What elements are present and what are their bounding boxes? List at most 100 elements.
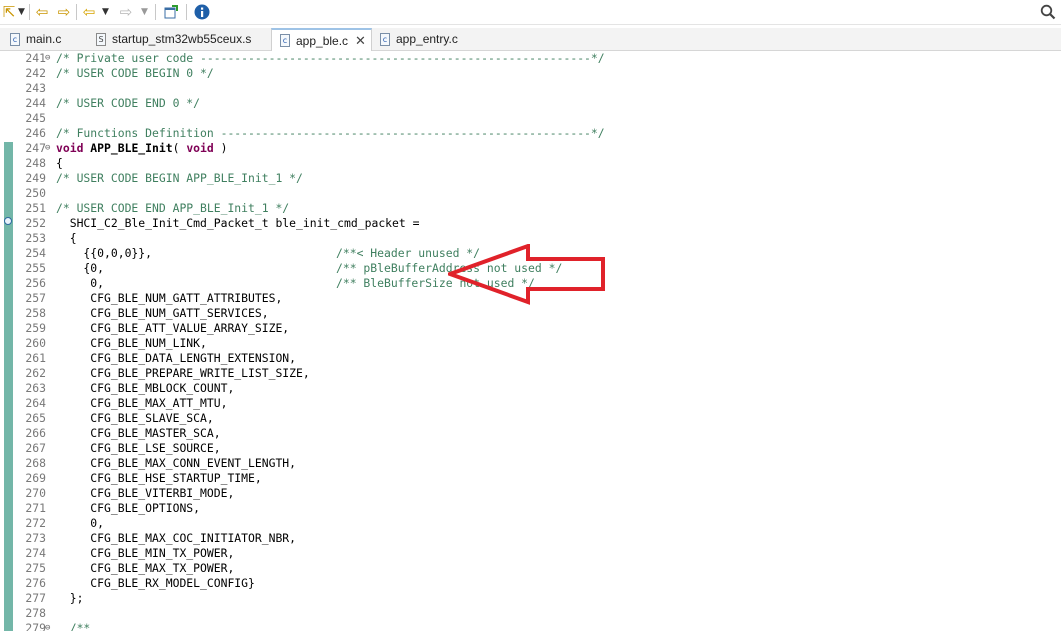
new-window-icon[interactable] (162, 2, 180, 22)
back-dropdown-icon[interactable]: ▼ (101, 2, 110, 22)
forward-history-icon[interactable]: ⇨ (55, 2, 73, 22)
tab-label: app_entry.c (396, 32, 458, 46)
line-number: 272 (25, 516, 46, 530)
code-text: CFG_BLE_MAX_CONN_EVENT_LENGTH, (56, 456, 297, 470)
editor-tab-bar: c main.c S startup_stm32wb55ceux.s c app… (0, 28, 1061, 51)
line-number: 253 (25, 231, 46, 245)
close-icon[interactable]: ✕ (355, 33, 366, 49)
code-text: {{0,0,0}}, (56, 246, 153, 260)
change-marker (4, 142, 13, 631)
line-number: 258 (25, 306, 46, 320)
line-number: 269 (25, 471, 46, 485)
tab-startup-s[interactable]: S startup_stm32wb55ceux.s (88, 28, 271, 50)
code-text: CFG_BLE_MAX_ATT_MTU, (56, 396, 228, 410)
line-number: 262 (25, 366, 46, 380)
code-text: CFG_BLE_NUM_LINK, (56, 336, 207, 350)
c-file-icon: c (10, 32, 20, 46)
line-number: 257 (25, 291, 46, 305)
code-text: CFG_BLE_NUM_GATT_ATTRIBUTES, (56, 291, 283, 305)
line-number: 265 (25, 411, 46, 425)
line-number: 243 (25, 81, 46, 95)
tab-app-entry-c[interactable]: c app_entry.c (372, 28, 467, 50)
code-text: /* USER CODE END 0 */ (56, 96, 201, 110)
code-text: CFG_BLE_MASTER_SCA, (56, 426, 221, 440)
toolbar-separator (155, 4, 156, 20)
code-text: CFG_BLE_RX_MODEL_CONFIG} (56, 576, 255, 590)
back-arrow-icon[interactable]: ⇦ (80, 2, 98, 22)
line-number: 247 (25, 141, 46, 155)
line-number: 241 (25, 51, 46, 65)
line-number: 245 (25, 111, 46, 125)
fold-toggle-icon[interactable]: ⊖ (45, 623, 50, 631)
code-text: CFG_BLE_SLAVE_SCA, (56, 411, 214, 425)
line-number: 244 (25, 96, 46, 110)
line-number: 260 (25, 336, 46, 350)
line-number: 250 (25, 186, 46, 200)
line-number: 261 (25, 351, 46, 365)
tab-label: app_ble.c (296, 33, 349, 48)
code-text: /* USER CODE BEGIN APP_BLE_Init_1 */ (56, 171, 303, 185)
line-number: 271 (25, 501, 46, 515)
occurrence-marker-icon (4, 217, 12, 225)
search-icon[interactable] (1038, 2, 1058, 22)
toolbar-separator (76, 4, 77, 20)
toolbar-separator (29, 4, 30, 20)
line-number: 242 (25, 66, 46, 80)
launch-dropdown-icon[interactable]: ▼ (17, 2, 26, 22)
code-text: CFG_BLE_MIN_TX_POWER, (56, 546, 235, 560)
line-number: 273 (25, 531, 46, 545)
tab-app-ble-c[interactable]: c app_ble.c ✕ (271, 28, 372, 51)
code-text: SHCI_C2_Ble_Init_Cmd_Packet_t ble_init_c… (56, 216, 420, 230)
code-text: /* USER CODE BEGIN 0 */ (56, 66, 214, 80)
line-number: 252 (25, 216, 46, 230)
code-text: 0, (56, 516, 105, 530)
line-number: 256 (25, 276, 46, 290)
line-number: 249 (25, 171, 46, 185)
line-number: 264 (25, 396, 46, 410)
line-number: 254 (25, 246, 46, 260)
line-number: 259 (25, 321, 46, 335)
code-text: /* Private user code -------------------… (56, 51, 605, 65)
back-history-icon[interactable]: ⇦ (33, 2, 51, 22)
line-number: 251 (25, 201, 46, 215)
code-text: CFG_BLE_VITERBI_MODE, (56, 486, 235, 500)
code-text: CFG_BLE_MAX_COC_INITIATOR_NBR, (56, 531, 297, 545)
c-file-icon: c (380, 32, 390, 46)
line-number: 248 (25, 156, 46, 170)
c-file-icon: c (280, 34, 290, 47)
code-text: CFG_BLE_PREPARE_WRITE_LIST_SIZE, (56, 366, 310, 380)
line-number: 270 (25, 486, 46, 500)
tab-label: main.c (26, 32, 62, 46)
code-text: CFG_BLE_MAX_TX_POWER, (56, 561, 235, 575)
info-icon[interactable] (193, 2, 211, 22)
code-text: CFG_BLE_LSE_SOURCE, (56, 441, 221, 455)
line-number: 276 (25, 576, 46, 590)
change-ruler (0, 51, 14, 631)
code-text: {0, (56, 261, 105, 275)
forward-dropdown-icon[interactable]: ▼ (140, 2, 149, 22)
launch-icon[interactable]: ⇱ (2, 2, 16, 22)
code-text: CFG_BLE_HSE_STARTUP_TIME, (56, 471, 262, 485)
fold-toggle-icon[interactable]: ⊖ (45, 143, 50, 153)
s-file-icon: S (96, 32, 106, 46)
code-text: { (56, 156, 63, 170)
code-text: /** (56, 621, 91, 631)
line-number: 279 (25, 621, 46, 631)
fold-toggle-icon[interactable]: ⊖ (45, 53, 50, 63)
line-number: 266 (25, 426, 46, 440)
line-number: 278 (25, 606, 46, 620)
code-text: CFG_BLE_DATA_LENGTH_EXTENSION, (56, 351, 297, 365)
code-text: /* USER CODE END APP_BLE_Init_1 */ (56, 201, 290, 215)
line-number: 263 (25, 381, 46, 395)
line-number: 268 (25, 456, 46, 470)
line-number: 277 (25, 591, 46, 605)
code-text: { (56, 231, 77, 245)
line-number: 274 (25, 546, 46, 560)
code-editor[interactable]: 241 ⊖/* Private user code ---------------… (0, 51, 1061, 631)
code-text: /* Functions Definition ----------------… (56, 126, 605, 140)
tab-main-c[interactable]: c main.c (2, 28, 88, 50)
code-text: CFG_BLE_ATT_VALUE_ARRAY_SIZE, (56, 321, 290, 335)
code-text: 0, (56, 276, 105, 290)
forward-arrow-icon[interactable]: ⇨ (117, 2, 135, 22)
line-number: 267 (25, 441, 46, 455)
